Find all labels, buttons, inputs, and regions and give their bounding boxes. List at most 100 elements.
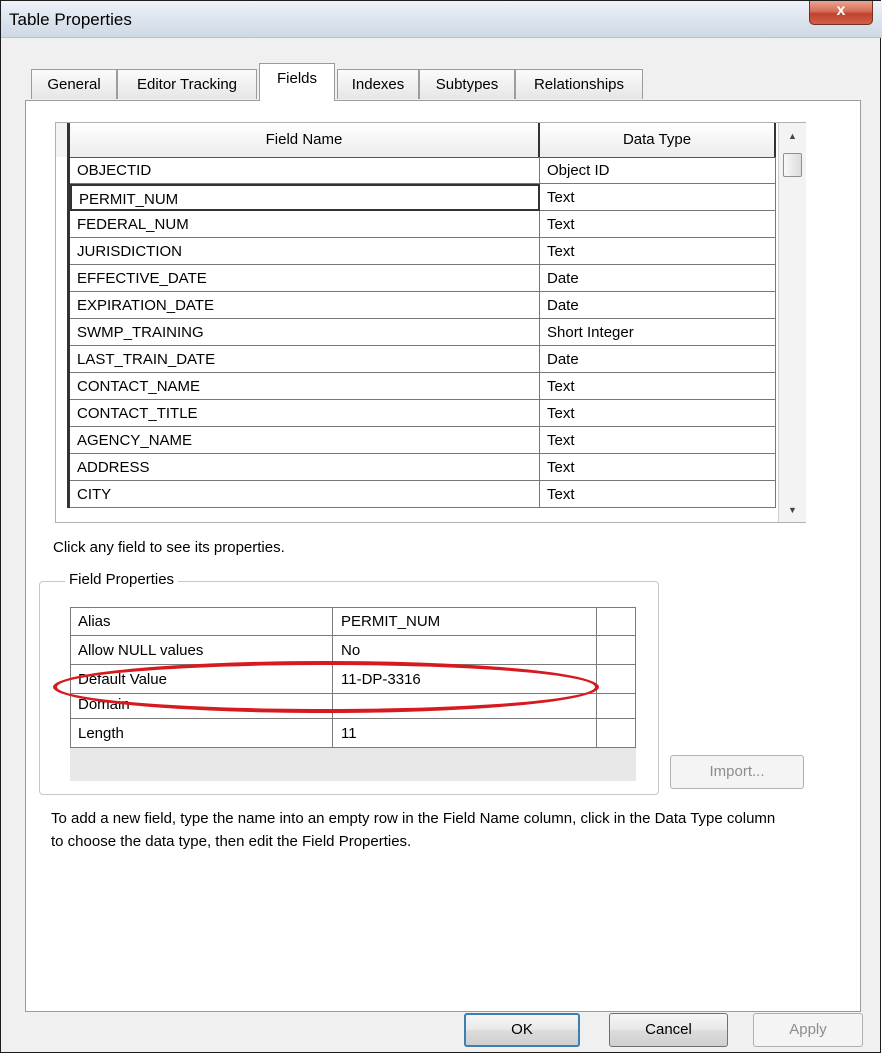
row-selector[interactable] [56, 319, 70, 346]
table-row[interactable]: CONTACT_NAME Text [56, 373, 776, 400]
field-name-cell[interactable]: CITY [70, 481, 540, 508]
table-row[interactable]: LAST_TRAIN_DATE Date [56, 346, 776, 373]
scroll-down-arrow-icon[interactable]: ▼ [779, 499, 806, 521]
data-type-cell[interactable]: Text [540, 400, 776, 427]
dialog-title: Table Properties [9, 10, 132, 29]
row-selector[interactable] [56, 265, 70, 292]
data-type-cell[interactable]: Object ID [540, 157, 776, 184]
field-name-cell[interactable]: AGENCY_NAME [70, 427, 540, 454]
scroll-up-arrow-icon[interactable]: ▲ [779, 125, 806, 147]
property-extra [597, 719, 636, 748]
table-row[interactable]: EXPIRATION_DATE Date [56, 292, 776, 319]
ok-button[interactable]: OK [464, 1013, 580, 1047]
tab-editor-tracking[interactable]: Editor Tracking [117, 69, 257, 99]
property-row[interactable]: Alias PERMIT_NUM [70, 607, 636, 636]
field-name-cell[interactable]: FEDERAL_NUM [70, 211, 540, 238]
tab-label: Relationships [533, 76, 625, 93]
property-extra [597, 636, 636, 665]
data-type-cell[interactable]: Text [540, 184, 776, 211]
tab-fields[interactable]: Fields [259, 63, 335, 101]
table-row[interactable]: AGENCY_NAME Text [56, 427, 776, 454]
field-properties-grid: Alias PERMIT_NUM Allow NULL values No Defa… [70, 607, 636, 781]
property-name: Allow NULL values [70, 636, 333, 665]
row-selector[interactable] [56, 211, 70, 238]
property-row[interactable]: Length 11 [70, 719, 636, 748]
property-value[interactable] [333, 694, 597, 719]
property-row[interactable]: Domain [70, 694, 636, 719]
table-row[interactable]: OBJECTID Object ID [56, 157, 776, 184]
row-selector[interactable] [56, 373, 70, 400]
field-name-cell[interactable]: CONTACT_NAME [70, 373, 540, 400]
table-row[interactable]: PERMIT_NUM Text [56, 184, 776, 211]
property-value[interactable]: 11-DP-3316 [333, 665, 597, 694]
close-button[interactable]: x [809, 1, 873, 25]
row-selector-header [56, 123, 70, 157]
column-header-field-name[interactable]: Field Name [70, 123, 540, 157]
tab-subtypes[interactable]: Subtypes [419, 69, 515, 99]
field-name-cell[interactable]: PERMIT_NUM [70, 184, 540, 211]
data-type-cell[interactable]: Text [540, 427, 776, 454]
table-row[interactable]: SWMP_TRAINING Short Integer [56, 319, 776, 346]
tab-indexes[interactable]: Indexes [337, 69, 419, 99]
grid-header: Field Name Data Type [56, 123, 776, 158]
tab-label: Subtypes [435, 76, 499, 93]
table-row[interactable]: JURISDICTION Text [56, 238, 776, 265]
field-name-cell[interactable]: SWMP_TRAINING [70, 319, 540, 346]
tab-label: General [47, 76, 101, 93]
row-selector[interactable] [56, 238, 70, 265]
field-name-cell[interactable]: EXPIRATION_DATE [70, 292, 540, 319]
tab-label: Editor Tracking [136, 76, 238, 93]
tab-relationships[interactable]: Relationships [515, 69, 643, 99]
property-name: Domain [70, 694, 333, 719]
data-type-cell[interactable]: Text [540, 238, 776, 265]
property-value[interactable]: PERMIT_NUM [333, 607, 597, 636]
row-selector[interactable] [56, 184, 70, 211]
scroll-thumb[interactable] [783, 153, 802, 177]
field-name-cell[interactable]: EFFECTIVE_DATE [70, 265, 540, 292]
property-value[interactable]: No [333, 636, 597, 665]
apply-button[interactable]: Apply [753, 1013, 863, 1047]
data-type-cell[interactable]: Text [540, 454, 776, 481]
table-row[interactable]: EFFECTIVE_DATE Date [56, 265, 776, 292]
fields-grid: Field Name Data Type OBJECTID Object ID P… [55, 122, 806, 523]
row-selector[interactable] [56, 346, 70, 373]
data-type-cell[interactable]: Text [540, 211, 776, 238]
help-text: To add a new field, type the name into a… [51, 810, 776, 850]
vertical-scrollbar[interactable]: ▲ ▼ [778, 123, 806, 522]
tab-label: Indexes [351, 76, 405, 93]
field-name-cell[interactable]: CONTACT_TITLE [70, 400, 540, 427]
import-button[interactable]: Import... [670, 755, 804, 789]
apply-button-label: Apply [789, 1021, 827, 1038]
field-name-cell[interactable]: JURISDICTION [70, 238, 540, 265]
cancel-button[interactable]: Cancel [609, 1013, 728, 1047]
field-properties-label: Field Properties [65, 571, 179, 588]
property-row[interactable]: Allow NULL values No [70, 636, 636, 665]
column-header-data-type[interactable]: Data Type [540, 123, 776, 157]
data-type-cell[interactable]: Date [540, 292, 776, 319]
property-row[interactable]: Default Value 11-DP-3316 [70, 665, 636, 694]
data-type-cell[interactable]: Date [540, 265, 776, 292]
field-name-cell[interactable]: ADDRESS [70, 454, 540, 481]
row-selector[interactable] [56, 427, 70, 454]
row-selector[interactable] [56, 481, 70, 508]
row-selector[interactable] [56, 400, 70, 427]
title-bar[interactable]: Table Properties x [1, 1, 882, 38]
row-selector[interactable] [56, 454, 70, 481]
property-extra [597, 694, 636, 719]
table-row[interactable]: ADDRESS Text [56, 454, 776, 481]
table-row[interactable]: CITY Text [56, 481, 776, 508]
data-type-cell[interactable]: Short Integer [540, 319, 776, 346]
data-type-cell[interactable]: Text [540, 373, 776, 400]
row-selector[interactable] [56, 292, 70, 319]
row-selector[interactable] [56, 157, 70, 184]
close-icon: x [836, 2, 846, 19]
table-row[interactable]: FEDERAL_NUM Text [56, 211, 776, 238]
field-name-cell[interactable]: LAST_TRAIN_DATE [70, 346, 540, 373]
hint-text: Click any field to see its properties. [53, 539, 285, 556]
table-row[interactable]: CONTACT_TITLE Text [56, 400, 776, 427]
field-name-cell[interactable]: OBJECTID [70, 157, 540, 184]
property-value[interactable]: 11 [333, 719, 597, 748]
data-type-cell[interactable]: Text [540, 481, 776, 508]
data-type-cell[interactable]: Date [540, 346, 776, 373]
tab-general[interactable]: General [31, 69, 117, 99]
